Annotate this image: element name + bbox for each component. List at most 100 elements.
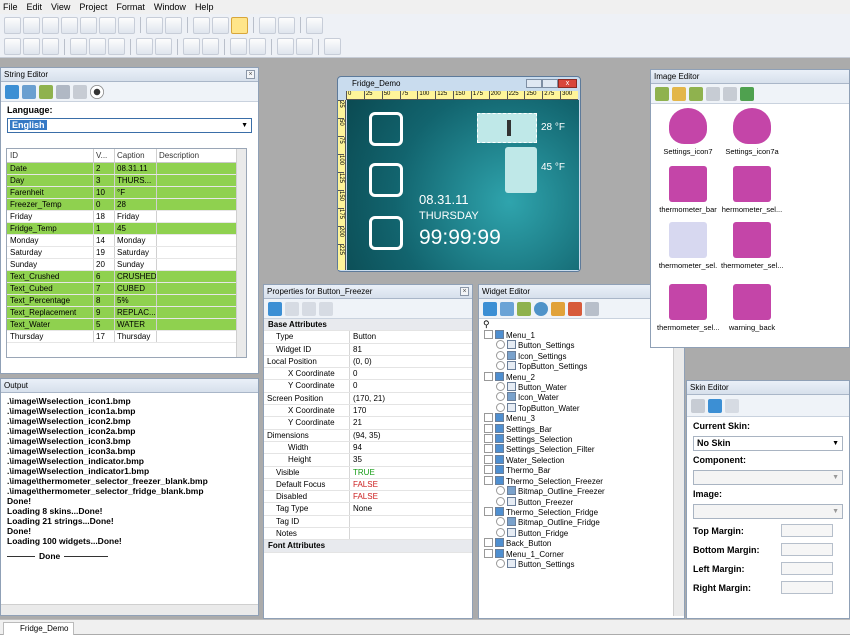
expand-icon[interactable] — [484, 371, 493, 381]
save-all-icon[interactable] — [61, 16, 78, 34]
eye-icon[interactable] — [496, 486, 505, 496]
property-value[interactable]: 94 — [349, 441, 472, 454]
tree-node[interactable]: Bitmap_Outline_Freezer — [484, 486, 684, 496]
language-select[interactable]: English ▼ — [7, 118, 252, 133]
table-row[interactable]: Monday 14 Monday — [7, 235, 246, 247]
undo-icon[interactable] — [146, 16, 163, 34]
table-row[interactable]: Text_Replacement 9 REPLAC... — [7, 307, 246, 319]
font-attributes-section[interactable]: Font Attributes — [264, 540, 472, 553]
align-middle-icon[interactable] — [89, 38, 106, 55]
property-row[interactable]: Y Coordinate 21 — [264, 417, 472, 430]
open-image-icon[interactable] — [672, 86, 686, 101]
edit-icon[interactable] — [231, 16, 248, 34]
button-fridge[interactable] — [505, 147, 537, 193]
property-value[interactable]: 21 — [349, 417, 472, 429]
tree-node[interactable]: Water_Selection — [484, 454, 684, 465]
property-value[interactable]: 0 — [349, 380, 472, 392]
expand-icon[interactable] — [484, 548, 493, 558]
property-row[interactable]: Screen Position (170, 21) — [264, 392, 472, 406]
image-thumbnail[interactable]: Settings_icon7a — [721, 108, 783, 156]
move-icon[interactable] — [551, 301, 565, 316]
property-row[interactable]: Notes — [264, 528, 472, 541]
maximize-button[interactable] — [542, 79, 558, 88]
component-select[interactable]: ▼ — [693, 470, 843, 485]
move-down-icon[interactable] — [278, 16, 295, 34]
skin-info-icon[interactable] — [691, 398, 705, 413]
delete-string-icon[interactable] — [22, 84, 36, 99]
property-row[interactable]: Disabled FALSE — [264, 491, 472, 504]
expand-icon[interactable] — [484, 465, 493, 475]
base-attributes-section[interactable]: Base Attributes — [264, 319, 472, 332]
property-value[interactable]: TRUE — [349, 466, 472, 478]
skin-copy-icon[interactable] — [725, 398, 739, 413]
events-icon[interactable] — [319, 301, 333, 316]
table-row[interactable]: Date 2 08.31.11 — [7, 163, 246, 175]
menu-button-thermo[interactable] — [369, 216, 403, 250]
minimize-button[interactable] — [526, 79, 542, 88]
property-value[interactable]: 35 — [349, 454, 472, 466]
align-left-icon[interactable] — [4, 38, 21, 55]
eye-icon[interactable] — [496, 558, 505, 568]
eye-icon[interactable] — [496, 527, 505, 537]
property-value[interactable]: (0, 0) — [349, 355, 472, 368]
tree-node[interactable]: Thermo_Selection_Freezer — [484, 475, 684, 486]
expand-icon[interactable] — [484, 454, 493, 464]
selection-handle[interactable] — [507, 120, 511, 136]
add-image-icon[interactable] — [655, 86, 669, 101]
close-icon[interactable]: × — [460, 287, 469, 296]
property-value[interactable] — [349, 528, 472, 540]
column-header-description[interactable]: Description — [156, 149, 246, 162]
property-row[interactable]: Local Position (0, 0) — [264, 355, 472, 369]
property-row[interactable]: Y Coordinate 0 — [264, 380, 472, 393]
expand-icon[interactable] — [484, 475, 493, 485]
new-icon[interactable] — [4, 16, 21, 34]
property-row[interactable]: Type Button — [264, 331, 472, 344]
menu-item[interactable]: Window — [154, 2, 186, 12]
tree-node[interactable]: Thermo_Bar — [484, 465, 684, 475]
align-top-icon[interactable] — [70, 38, 87, 55]
tree-node[interactable]: Button_Freezer — [484, 496, 684, 507]
eye-icon[interactable] — [496, 350, 505, 360]
close-icon[interactable]: × — [246, 70, 255, 79]
tree-node[interactable]: TopButton_Water — [484, 402, 684, 413]
property-row[interactable]: Width 94 — [264, 441, 472, 455]
table-row[interactable]: Text_Percentage 8 5% — [7, 295, 246, 307]
properties-icon[interactable] — [568, 301, 582, 316]
categorized-icon[interactable] — [268, 301, 282, 316]
run-icon[interactable] — [296, 38, 313, 55]
help-icon[interactable] — [306, 16, 323, 34]
menu-button-settings[interactable] — [369, 112, 403, 146]
table-row[interactable]: Sunday 20 Sunday — [7, 259, 246, 271]
image-thumbnail[interactable]: Settings_icon7 — [657, 108, 719, 156]
image-select[interactable]: ▼ — [693, 504, 843, 519]
property-row[interactable]: Visible TRUE — [264, 466, 472, 479]
margin-input[interactable] — [781, 581, 833, 594]
table-row[interactable]: Farenheit 10 °F — [7, 187, 246, 199]
table-row[interactable]: Saturday 19 Saturday — [7, 247, 246, 259]
eye-icon[interactable] — [496, 517, 505, 527]
property-row[interactable]: Widget ID 81 — [264, 343, 472, 356]
export-icon[interactable] — [56, 84, 70, 99]
table-row[interactable]: Text_Water 5 WATER — [7, 319, 246, 331]
tree-node[interactable]: Back_Button — [484, 538, 684, 548]
tree-node[interactable]: Button_Water — [484, 382, 684, 392]
property-row[interactable]: Height 35 — [264, 454, 472, 467]
table-row[interactable]: Day 3 THURS... — [7, 175, 246, 187]
column-header-value[interactable]: V... — [93, 149, 114, 162]
menu-item[interactable]: Project — [79, 2, 107, 12]
expand-icon[interactable] — [484, 413, 493, 423]
edit-icon[interactable] — [73, 84, 87, 99]
save-icon[interactable] — [42, 16, 59, 34]
skin-save-icon[interactable] — [708, 398, 722, 413]
close-button[interactable]: x — [558, 79, 577, 88]
table-row[interactable]: Fridge_Temp 1 45 — [7, 223, 246, 235]
column-header-caption[interactable]: Caption — [114, 149, 156, 162]
image-thumbnail[interactable]: thermometer_bar — [657, 166, 719, 214]
same-width-icon[interactable] — [136, 38, 153, 55]
delete-image-icon[interactable] — [706, 86, 720, 101]
tree-node[interactable]: Menu_2 — [484, 371, 684, 382]
tree-node[interactable]: Bitmap_Outline_Fridge — [484, 517, 684, 527]
property-row[interactable]: Tag ID — [264, 515, 472, 529]
tree-node[interactable]: Thermo_Selection_Fridge — [484, 506, 684, 517]
preview-icon[interactable] — [277, 38, 294, 55]
